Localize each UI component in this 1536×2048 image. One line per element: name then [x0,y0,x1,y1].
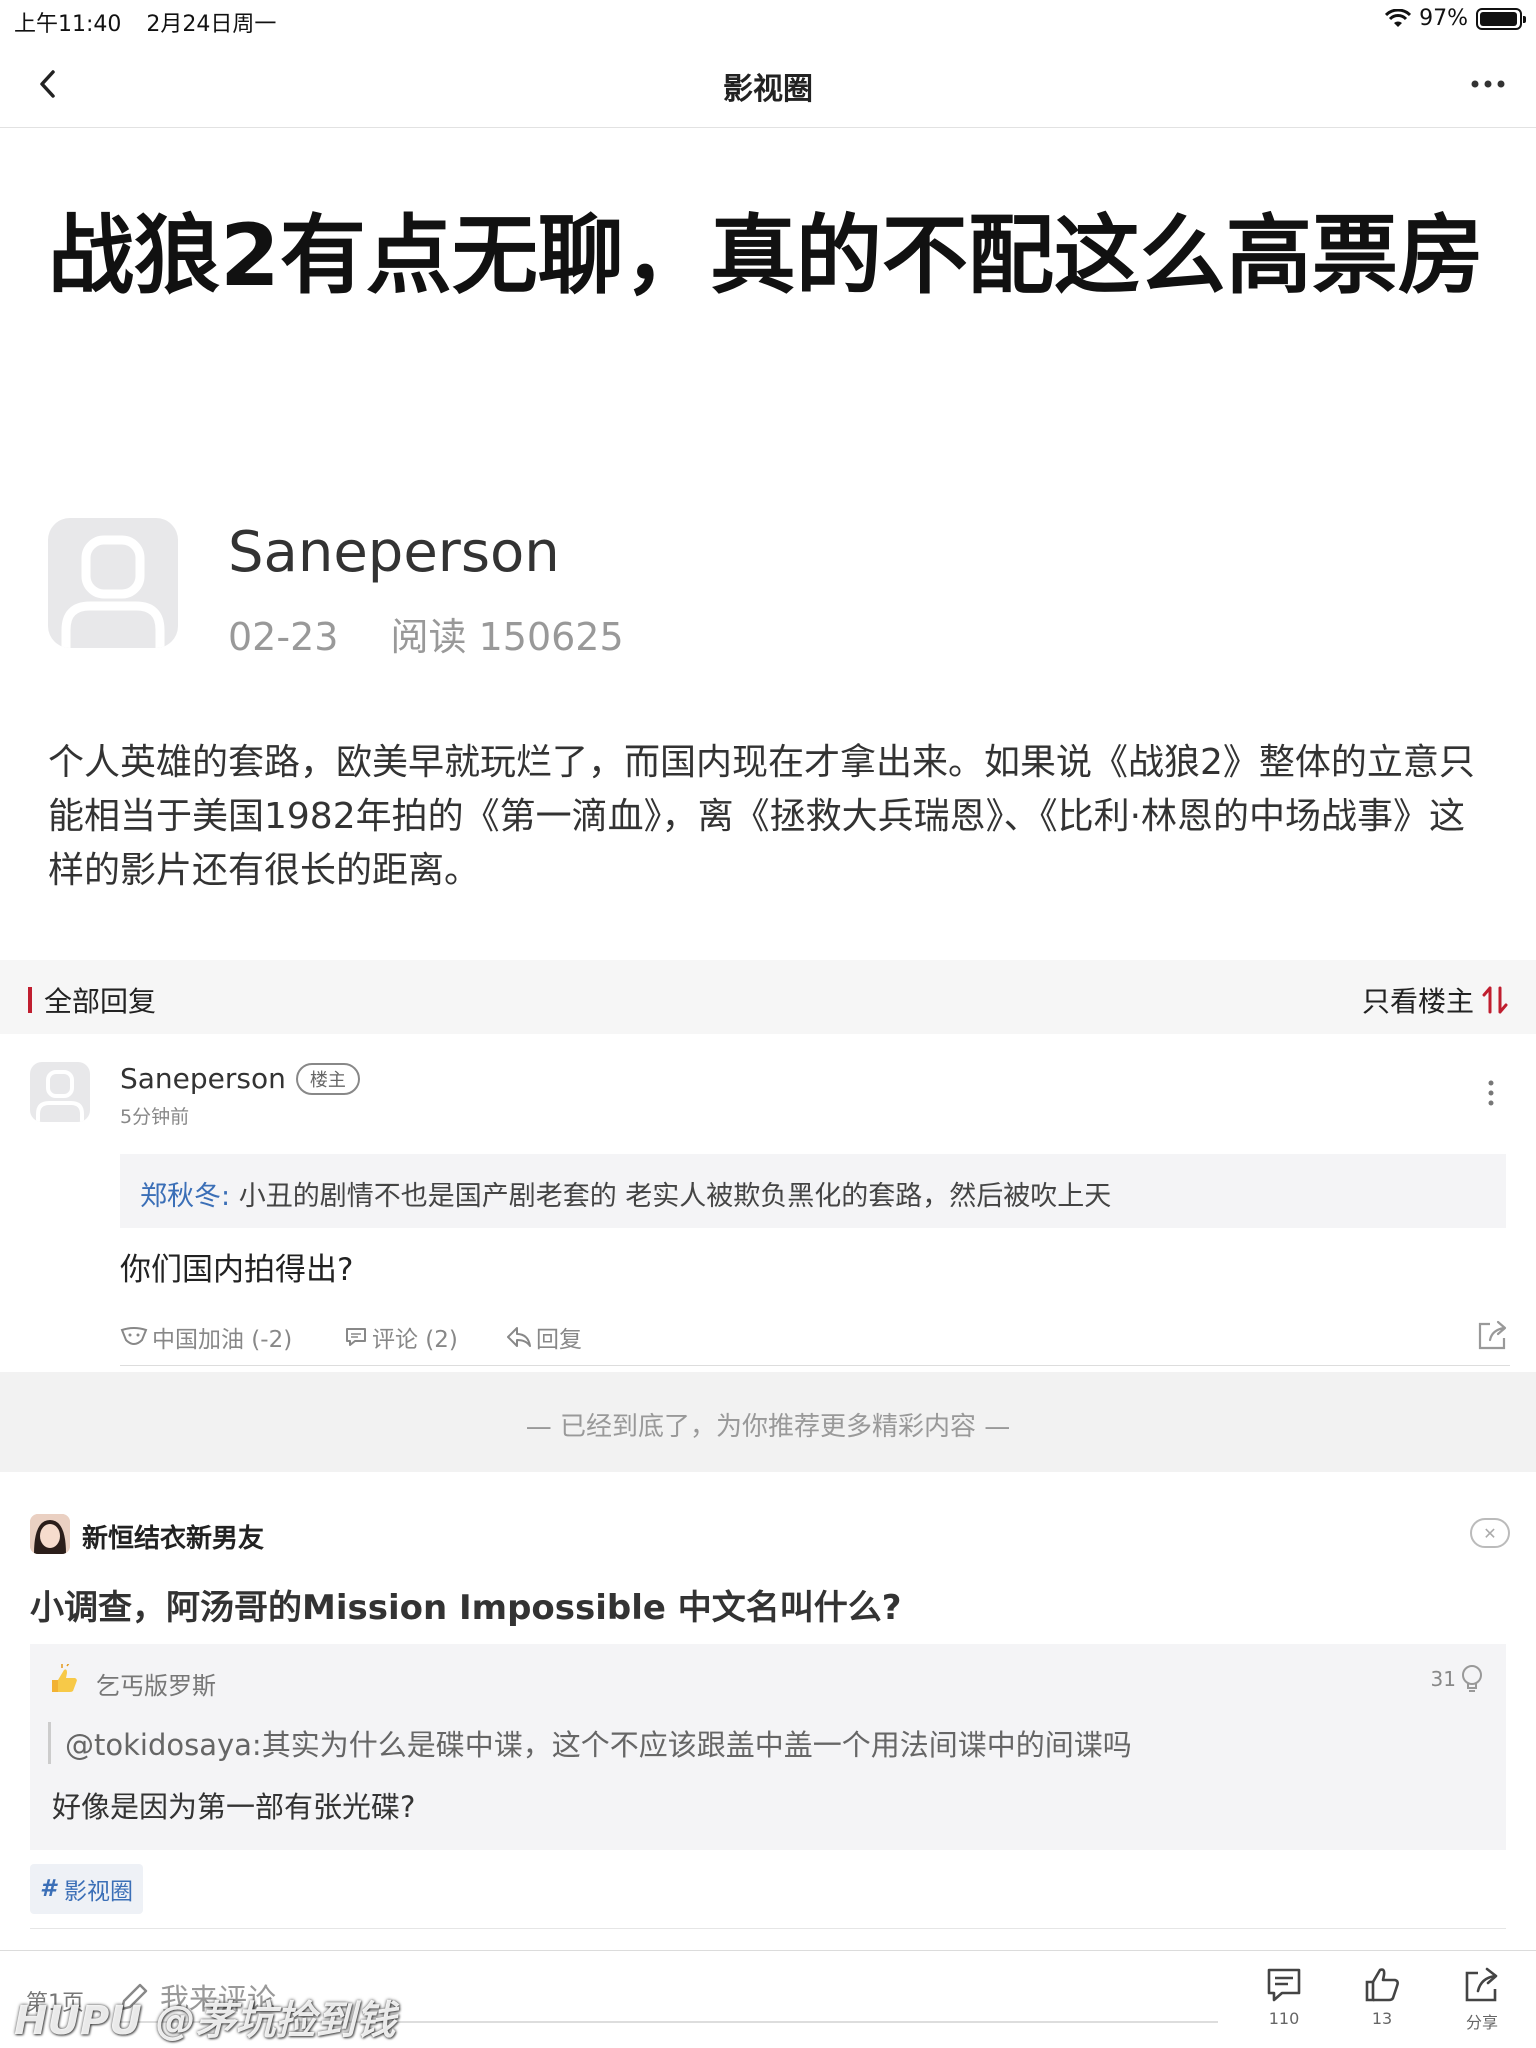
only-op-filter[interactable]: 只看楼主 [1362,980,1508,1020]
recommend-comment-box[interactable]: 乞丐版罗斯 31 @tokidosaya:其实为什么是碟中谍，这个不应该跟盖中盖… [30,1644,1506,1850]
close-icon: ✕ [1483,1523,1497,1543]
comment-icon [346,1328,366,1346]
circle-tag[interactable]: # 影视圈 [30,1864,144,1914]
reply-quote: 郑秋冬: 小丑的剧情不也是国产剧老套的 老实人被欺负黑化的套路，然后被吹上天 [120,1154,1506,1228]
section-marker [28,987,32,1013]
user-placeholder-icon [36,1070,84,1122]
user-placeholder-icon [61,535,165,648]
comments-count: 110 [1268,2009,1300,2028]
thumbs-up-icon [1365,1968,1399,2002]
recommend-user-avatar[interactable] [30,1514,70,1554]
sort-icon [1482,986,1508,1014]
share-label: 分享 [1465,2013,1498,2032]
all-replies-label: 全部回复 [44,985,157,1018]
more-vertical-icon [1488,1080,1494,1106]
battery-percent: 97% [1419,6,1468,31]
reply-author-name[interactable]: Saneperson [120,1062,286,1095]
end-notice: — 已经到底了，为你推荐更多精彩内容 — [0,1372,1536,1472]
reply-actions: 中国加油 (-2) 评论 (2) 回复 [120,1316,1510,1366]
recommend-user-name[interactable]: 新恒结衣新男友 [82,1518,264,1555]
lightbulb-icon [1462,1665,1482,1692]
op-badge: 楼主 [295,1062,360,1095]
reply-label: 回复 [536,1327,582,1353]
more-button[interactable] [1464,62,1512,106]
cheer-icon [120,1327,148,1345]
quote-text: 小丑的剧情不也是国产剧老套的 老实人被欺负黑化的套路，然后被吹上天 [230,1181,1112,1212]
comment-button[interactable]: 评论 (2) [344,1320,458,1354]
reply-text: 你们国内拍得出? [120,1252,354,1288]
battery-level [1480,11,1517,26]
replies-header: 全部回复 只看楼主 [0,960,1536,1034]
status-bar: 上午11:40 2月24日周一 97% [0,0,1536,40]
post-reads: 阅读 150625 [390,615,624,659]
reply-author: Saneperson 楼主 [120,1062,360,1095]
recommend-likes[interactable]: 31 [1431,1664,1484,1694]
share-icon [1478,1320,1507,1350]
author-avatar[interactable] [48,518,178,648]
divider [30,1928,1506,1929]
share-button[interactable]: 分享 [1452,1965,1512,2033]
wifi-icon [1385,8,1412,27]
like-button[interactable]: 13 [1352,1965,1412,2028]
post-meta: 02-23 阅读 150625 [228,606,624,661]
reply-arrow-icon [507,1327,531,1347]
nav-bar: 影视圈 [0,40,1536,128]
status-date: 2月24日周一 [146,12,277,37]
circle-tag-label: 影视圈 [64,1879,134,1905]
comment-label: 评论 (2) [372,1327,458,1353]
status-time: 上午11:40 [14,12,122,37]
reply-share-button[interactable] [1476,1318,1510,1352]
battery-icon [1476,7,1526,30]
author-name[interactable]: Saneperson [228,520,560,585]
recommend-quote: @tokidosaya:其实为什么是碟中谍，这个不应该跟盖中盖一个用法间谍中的间… [48,1722,1132,1764]
recommend-comment-author: 乞丐版罗斯 [96,1672,216,1700]
avatar-photo-icon [30,1514,70,1554]
more-horizontal-icon [1471,80,1505,88]
recommend-likes-count: 31 [1430,1667,1456,1691]
comments-button[interactable]: 110 [1254,1965,1314,2028]
reply-more-button[interactable] [1476,1078,1506,1108]
watermark: HUPU @茅坑捡到钱 [14,1998,396,2044]
cheer-label: 中国加油 (-2) [152,1327,293,1353]
quote-author[interactable]: 郑秋冬: [140,1181,230,1212]
share-icon [1465,1967,1498,2002]
page-title: 影视圈 [723,72,813,107]
comments-icon [1267,1968,1301,2002]
reply-button[interactable]: 回复 [506,1320,582,1354]
post-title: 战狼2有点无聊，真的不配这么高票房 [48,206,1484,306]
reply-avatar[interactable] [30,1062,90,1122]
cheer-button[interactable]: 中国加油 (-2) [120,1320,292,1354]
recommend-comment-text: 好像是因为第一部有张光碟? [52,1790,416,1824]
reply-time: 5分钟前 [120,1106,190,1128]
hashtag-icon: # [40,1876,57,1902]
post-body: 个人英雄的套路，欧美早就玩烂了，而国内现在才拿出来。如果说《战狼2》整体的立意只… [48,742,1475,891]
post-date: 02-23 [228,615,339,659]
dismiss-recommend-button[interactable]: ✕ [1470,1518,1510,1548]
only-op-label: 只看楼主 [1361,985,1474,1018]
recommend-title[interactable]: 小调查，阿汤哥的Mission Impossible 中文名叫什么? [30,1580,902,1629]
thumbs-up-emoji-icon [52,1664,77,1692]
likes-count: 13 [1371,2009,1393,2028]
